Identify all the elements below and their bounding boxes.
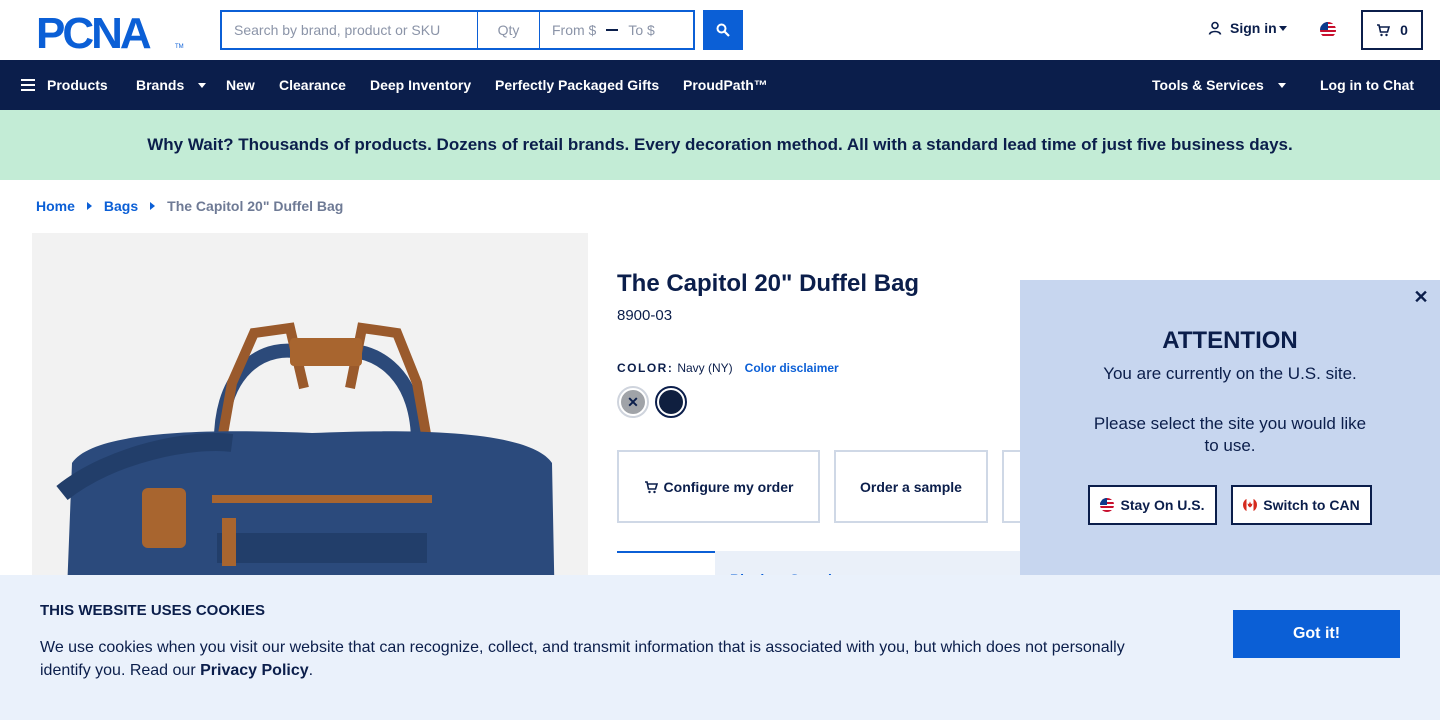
chevron-down-icon [1277,82,1286,88]
nav-products[interactable]: Products [21,60,108,110]
pcna-logo[interactable]: PCNA TM [36,9,184,58]
qty-input[interactable]: Qty [478,12,540,48]
cart-icon [1377,24,1391,37]
price-range: From $ To $ [540,12,693,48]
swatch-unavailable[interactable]: ✕ [617,386,649,418]
breadcrumb-separator-icon [86,202,92,210]
cookie-period: . [308,662,314,679]
close-icon: ✕ [621,390,645,414]
breadcrumb-separator-icon [150,202,156,210]
sign-in-label: Sign in [1230,20,1277,36]
cookie-title: THIS WEBSITE USES COOKIES [40,602,266,619]
cart-button[interactable]: 0 [1361,10,1423,50]
product-sku: 8900-03 [617,307,673,324]
nav-new[interactable]: New [226,60,255,110]
range-dash [606,29,619,31]
sign-in-button[interactable]: Sign in [1208,20,1287,36]
stay-us-label: Stay On U.S. [1120,497,1205,513]
price-to-input[interactable]: To $ [628,22,654,38]
cookie-accept-button[interactable]: Got it! [1233,610,1400,658]
search-icon [716,23,730,37]
order-sample-button[interactable]: Order a sample [834,450,988,523]
nav-tools-label: Tools & Services [1152,77,1264,93]
nav-tools-services[interactable]: Tools & Services [1152,60,1286,110]
cart-icon [644,480,658,493]
promo-banner-text: Why Wait? Thousands of products. Dozens … [147,135,1293,154]
color-disclaimer-link[interactable]: Color disclaimer [745,361,839,375]
color-row: COLOR: Navy (NY) Color disclaimer [617,361,839,375]
chevron-down-icon [1278,25,1287,31]
nav-products-label: Products [47,77,108,93]
order-sample-label: Order a sample [860,478,962,495]
configure-order-label: Configure my order [663,478,794,495]
promo-banner: Why Wait? Thousands of products. Dozens … [0,110,1440,180]
breadcrumb-bags[interactable]: Bags [104,198,138,214]
search-button[interactable] [703,10,743,50]
configure-order-button[interactable]: Configure my order [617,450,820,523]
nav-deep-inventory[interactable]: Deep Inventory [370,60,471,110]
nav-brands-label: Brands [136,77,185,93]
price-from-input[interactable]: From $ [552,22,596,38]
swatch-navy[interactable] [655,386,687,418]
nav-chat-login[interactable]: Log in to Chat [1320,60,1414,110]
nav-packaged-gifts[interactable]: Perfectly Packaged Gifts [495,60,659,110]
product-title: The Capitol 20" Duffel Bag [617,270,920,297]
switch-can-label: Switch to CAN [1263,497,1360,513]
cookie-banner: THIS WEBSITE USES COOKIES We use cookies… [0,575,1440,720]
close-icon[interactable]: ✕ [1412,287,1430,307]
site-header: PCNA TM Search by brand, product or SKU … [0,0,1440,60]
nav-clearance[interactable]: Clearance [279,60,346,110]
svg-text:PCNA: PCNA [36,12,151,50]
user-icon [1208,21,1222,35]
popup-current-site: You are currently on the U.S. site. [1103,364,1357,383]
switch-can-button[interactable]: Switch to CAN [1231,485,1372,525]
chevron-down-icon [198,82,207,88]
color-label: COLOR: [617,361,674,375]
nav-proudpath[interactable]: ProudPath™ [683,60,768,110]
canada-flag-icon [1243,498,1258,512]
us-flag-icon[interactable] [1320,22,1336,38]
breadcrumb-home[interactable]: Home [36,198,75,214]
breadcrumb-current: The Capitol 20" Duffel Bag [167,198,344,214]
stay-us-button[interactable]: Stay On U.S. [1088,485,1217,525]
color-value: Navy (NY) [677,361,733,375]
nav-brands[interactable]: Brands [136,60,207,110]
privacy-policy-link[interactable]: Privacy Policy [200,662,309,679]
breadcrumb: Home Bags The Capitol 20" Duffel Bag [36,198,343,214]
cart-count: 0 [1400,22,1408,38]
cookie-body: We use cookies when you visit our websit… [40,636,1150,682]
site-selector-popup: ✕ ATTENTION You are currently on the U.S… [1020,280,1440,580]
us-flag-icon [1100,498,1115,512]
svg-text:TM: TM [175,44,184,50]
main-nav: Products Brands New Clearance Deep Inven… [0,60,1440,110]
swatch-navy-fill [659,390,683,414]
search-input[interactable]: Search by brand, product or SKU [222,12,478,48]
popup-instruction: Please select the site you would like to… [1093,414,1367,455]
hamburger-icon [21,79,35,91]
search-bar: Search by brand, product or SKU Qty From… [220,10,695,50]
popup-title: ATTENTION [1162,327,1298,354]
